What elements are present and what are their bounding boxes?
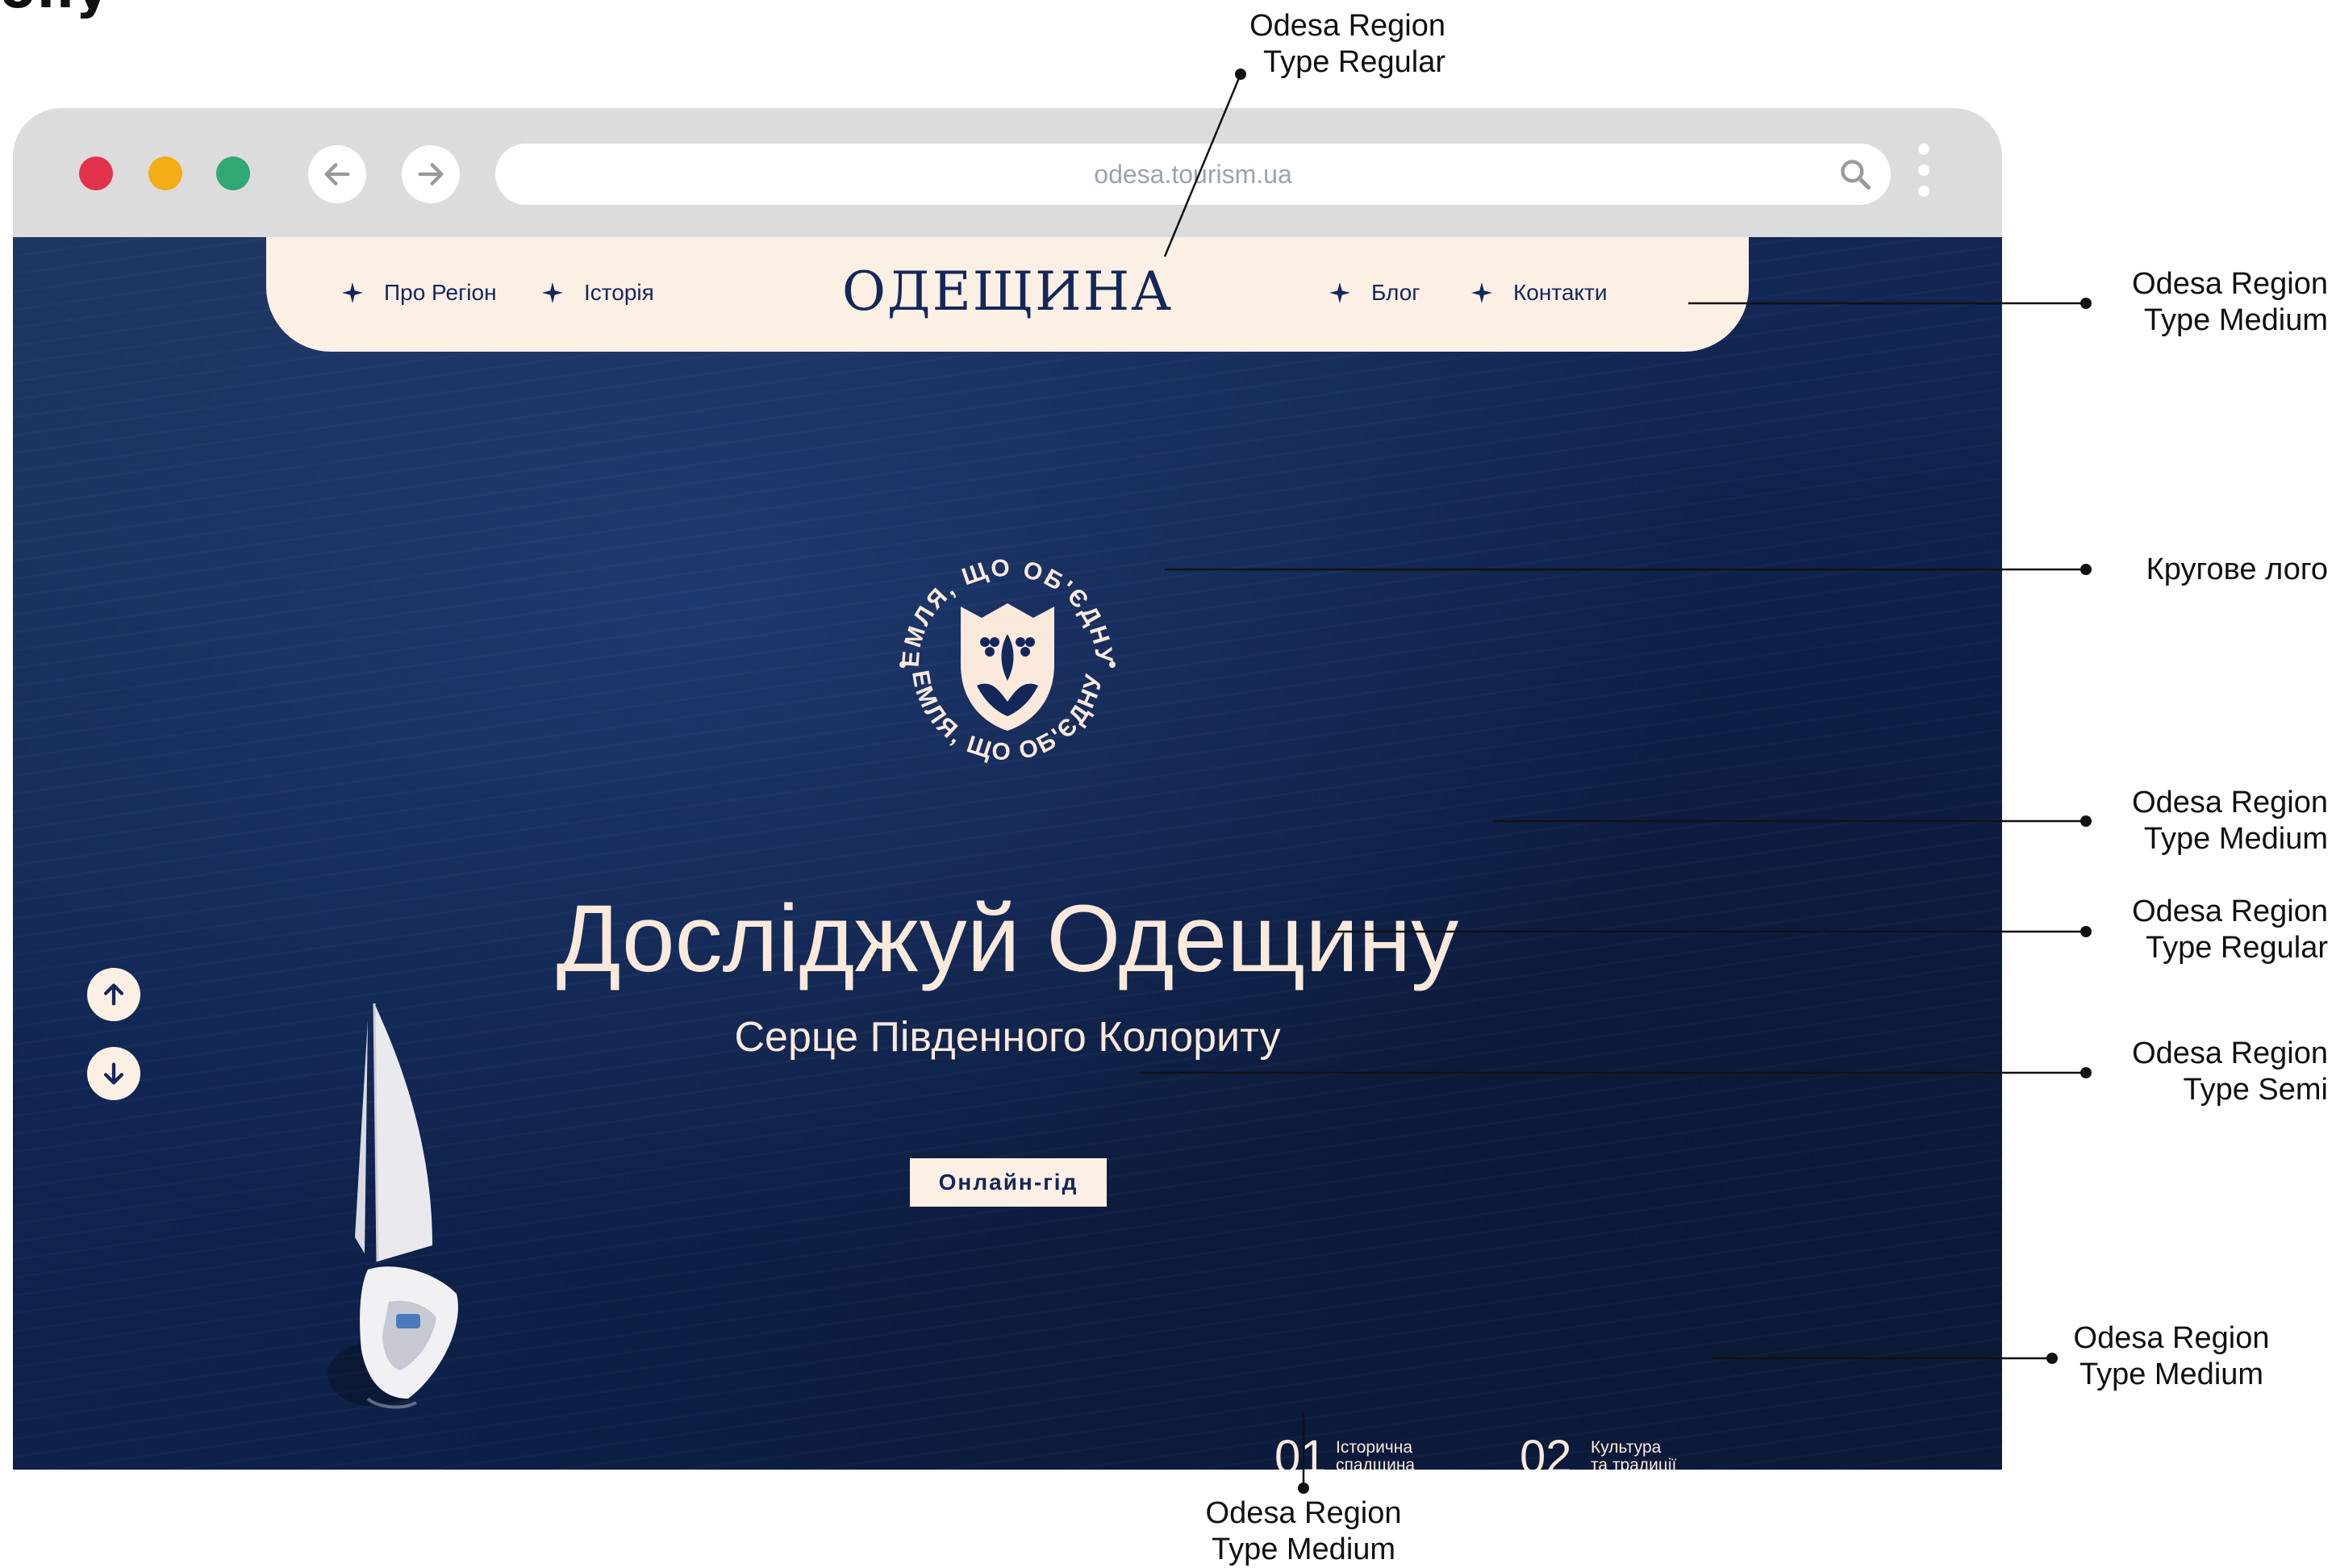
annotation-text: Type Medium [1211, 1533, 1396, 1566]
annotation-text: Odesa Region [2132, 895, 2328, 928]
annotation-button-font: Odesa Region Type Semi [2057, 1036, 2328, 1108]
annotation-text: Odesa Region [2132, 786, 2328, 819]
annotation-round-logo: Кругове лого [2146, 553, 2328, 586]
annotation-text: Type Medium [2079, 1357, 2264, 1391]
annotation-nav-font: Odesa Region Type Medium [2057, 266, 2328, 339]
annotation-text: Odesa Region [2073, 1321, 2270, 1355]
annotation-text: Type Medium [2143, 303, 2328, 337]
annotation-text: Odesa Region [1205, 1496, 1402, 1530]
annotation-logo-font: Odesa Region Type Regular [1171, 8, 1445, 81]
annotation-sections-font: Odesa Region Type Medium [2042, 1320, 2301, 1393]
annotation-text: Type Semi [2183, 1073, 2328, 1107]
annotation-text: Odesa Region [1249, 9, 1445, 43]
annotation-text: Type Regular [2145, 931, 2328, 965]
annotation-lines [1140, 69, 2092, 1494]
annotation-title-font: Odesa Region Type Medium [2057, 785, 2328, 857]
annotation-text: Odesa Region [2132, 267, 2328, 301]
annotation-subtitle-font: Odesa Region Type Regular [2057, 894, 2328, 966]
annotation-text: Type Medium [2143, 822, 2328, 856]
annotation-text: Odesa Region [2132, 1036, 2328, 1070]
annotation-footer-font: Odesa Region Type Medium [1174, 1495, 1433, 1568]
annotation-text: Type Regular [1262, 45, 1445, 79]
